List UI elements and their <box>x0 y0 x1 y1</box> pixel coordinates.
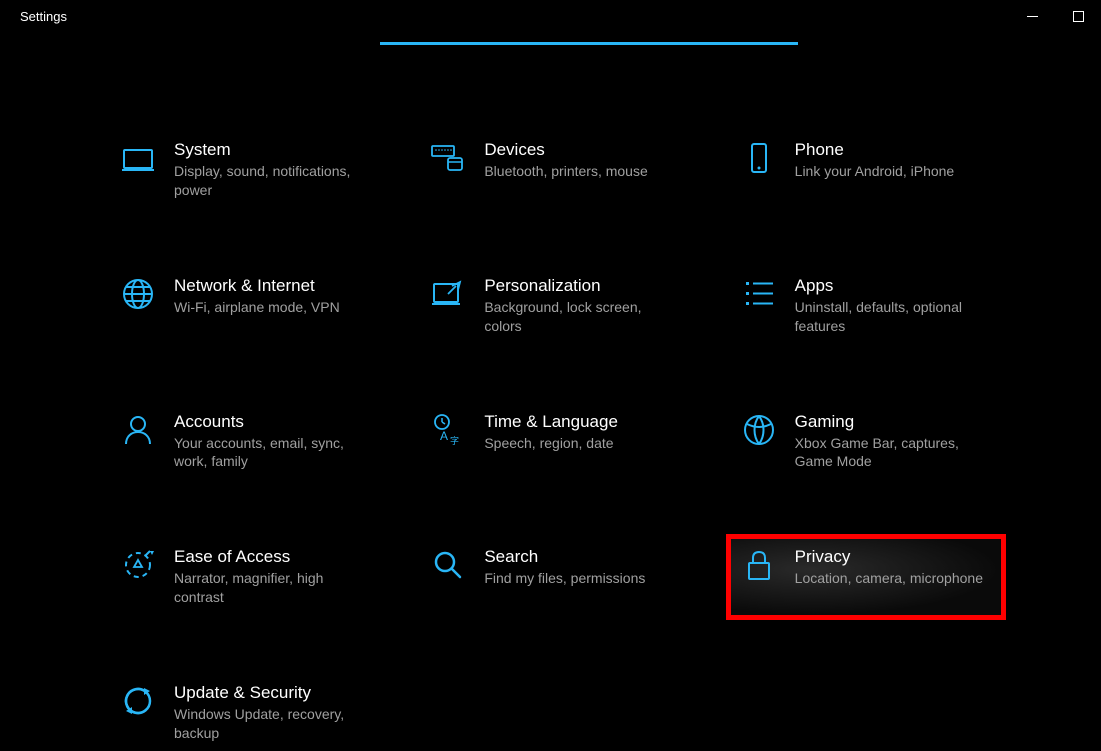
ease-icon <box>120 547 156 583</box>
category-description: Uninstall, defaults, optional features <box>795 298 991 336</box>
category-title: Privacy <box>795 547 991 567</box>
privacy-icon <box>741 547 777 583</box>
category-description: Xbox Game Bar, captures, Game Mode <box>795 434 991 472</box>
category-title: Time & Language <box>484 412 680 432</box>
category-title: Accounts <box>174 412 370 432</box>
maximize-button[interactable] <box>1055 0 1101 32</box>
time-icon <box>430 412 466 448</box>
category-devices[interactable]: Devices Bluetooth, printers, mouse <box>420 132 690 208</box>
category-personalization[interactable]: PersonalizationBackground, lock screen, … <box>420 268 690 344</box>
category-title: Network & Internet <box>174 276 370 296</box>
category-title: Devices <box>484 140 680 160</box>
gaming-icon <box>741 412 777 448</box>
category-title: Gaming <box>795 412 991 432</box>
category-description: Find my files, permissions <box>484 569 680 588</box>
category-description: Wi-Fi, airplane mode, VPN <box>174 298 370 317</box>
personalization-icon <box>430 276 466 312</box>
category-privacy[interactable]: Privacy Location, camera, microphone <box>731 539 1001 615</box>
apps-icon <box>741 276 777 312</box>
update-icon <box>120 683 156 719</box>
category-title: Apps <box>795 276 991 296</box>
category-description: Windows Update, recovery, backup <box>174 705 370 743</box>
category-title: Ease of Access <box>174 547 370 567</box>
minimize-icon <box>1027 11 1038 22</box>
phone-icon <box>741 140 777 176</box>
category-title: Phone <box>795 140 991 160</box>
category-ease[interactable]: Ease of AccessNarrator, magnifier, high … <box>110 539 380 615</box>
category-title: Update & Security <box>174 683 370 703</box>
category-description: Link your Android, iPhone <box>795 162 991 181</box>
minimize-button[interactable] <box>1009 0 1055 32</box>
loading-indicator <box>380 42 798 45</box>
category-title: System <box>174 140 370 160</box>
category-description: Your accounts, email, sync, work, family <box>174 434 370 472</box>
category-gaming[interactable]: GamingXbox Game Bar, captures, Game Mode <box>731 404 1001 480</box>
category-system[interactable]: SystemDisplay, sound, notifications, pow… <box>110 132 380 208</box>
window-title: Settings <box>20 9 67 24</box>
category-search[interactable]: Search Find my files, permissions <box>420 539 690 615</box>
category-title: Personalization <box>484 276 680 296</box>
category-title: Search <box>484 547 680 567</box>
category-network[interactable]: Network & Internet Wi-Fi, airplane mode, … <box>110 268 380 344</box>
system-icon <box>120 140 156 176</box>
category-apps[interactable]: AppsUninstall, defaults, optional featur… <box>731 268 1001 344</box>
accounts-icon <box>120 412 156 448</box>
devices-icon <box>430 140 466 176</box>
category-description: Background, lock screen, colors <box>484 298 680 336</box>
category-description: Location, camera, microphone <box>795 569 991 588</box>
category-description: Speech, region, date <box>484 434 680 453</box>
maximize-icon <box>1073 11 1084 22</box>
category-accounts[interactable]: AccountsYour accounts, email, sync, work… <box>110 404 380 480</box>
category-description: Display, sound, notifications, power <box>174 162 370 200</box>
category-description: Bluetooth, printers, mouse <box>484 162 680 181</box>
category-description: Narrator, magnifier, high contrast <box>174 569 370 607</box>
category-phone[interactable]: Phone Link your Android, iPhone <box>731 132 1001 208</box>
search-icon <box>430 547 466 583</box>
category-time[interactable]: Time & Language Speech, region, date <box>420 404 690 480</box>
network-icon <box>120 276 156 312</box>
